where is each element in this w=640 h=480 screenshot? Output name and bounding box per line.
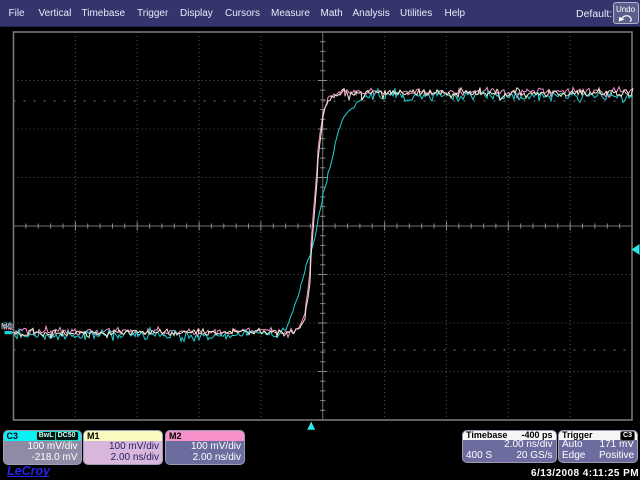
svg-text:C3: C3 [2, 321, 13, 330]
